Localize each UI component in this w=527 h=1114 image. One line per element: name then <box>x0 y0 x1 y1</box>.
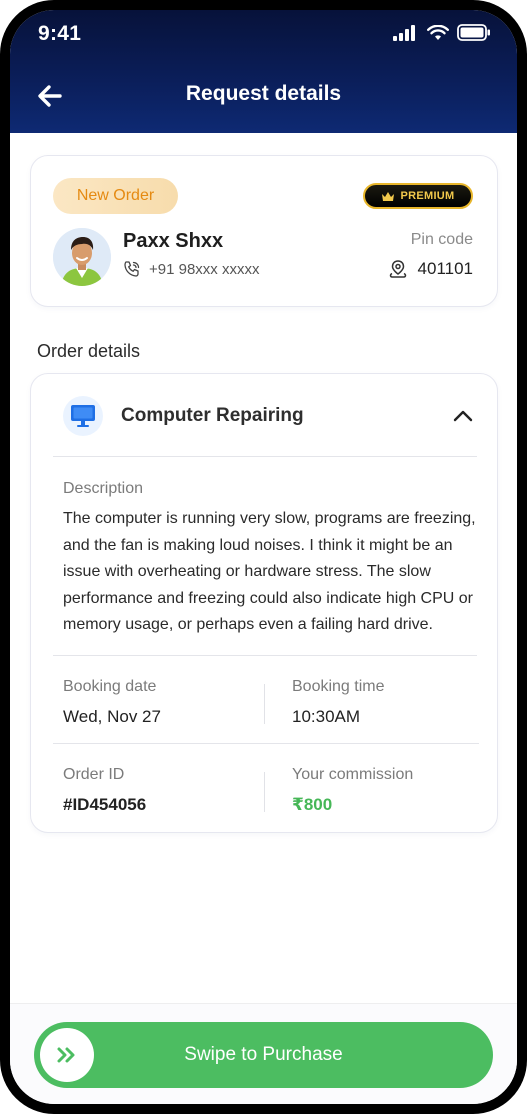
premium-badge: PREMIUM <box>363 183 473 209</box>
description-text: The computer is running very slow, progr… <box>63 510 476 633</box>
phone-number: +91 98xxx xxxxx <box>149 260 260 278</box>
signal-icon <box>393 24 415 41</box>
commission-value: ₹800 <box>292 795 333 814</box>
phone-call-icon <box>124 261 140 277</box>
customer-card: New Order PREMIUM Paxx Shxx +91 98xxx xx… <box>30 155 498 307</box>
bottom-action-bar: Swipe to Purchase <box>10 1003 517 1104</box>
divider <box>264 684 265 724</box>
battery-icon <box>457 24 490 41</box>
main-content: New Order PREMIUM Paxx Shxx +91 98xxx xx… <box>10 133 517 1013</box>
order-card: Computer Repairing Description The compu… <box>30 373 498 833</box>
avatar <box>53 228 111 286</box>
booking-time-label: Booking time <box>292 678 385 695</box>
divider <box>53 456 477 457</box>
phone-frame: 9:41 Request details New Order PREMIUM P… <box>0 0 527 1114</box>
screen: 9:41 Request details New Order PREMIUM P… <box>10 10 517 1104</box>
crown-icon <box>382 191 395 201</box>
pin-code-label: Pin code <box>410 231 473 248</box>
pin-code-value: 401101 <box>417 259 473 278</box>
order-details-heading: Order details <box>37 341 141 361</box>
customer-phone[interactable]: +91 98xxx xxxxx <box>123 260 259 278</box>
service-name: Computer Repairing <box>121 405 304 426</box>
customer-name: Paxx Shxx <box>123 230 224 252</box>
chevron-up-icon <box>453 410 473 422</box>
divider <box>53 743 479 744</box>
order-id-value: #ID454056 <box>63 795 147 814</box>
swipe-label: Swipe to Purchase <box>184 1044 343 1065</box>
status-time: 9:41 <box>38 22 82 45</box>
commission-label: Your commission <box>292 766 414 783</box>
app-header: 9:41 Request details <box>10 10 517 135</box>
booking-time-value: 10:30AM <box>292 707 361 726</box>
service-icon-wrap <box>63 396 103 436</box>
pin-code: 401101 <box>388 259 473 279</box>
status-icons <box>393 24 491 41</box>
swipe-to-purchase-button[interactable]: Swipe to Purchase <box>34 1022 493 1088</box>
booking-date-label: Booking date <box>63 678 157 695</box>
location-pin-icon <box>389 260 406 278</box>
divider <box>53 655 477 656</box>
premium-label: PREMIUM <box>400 190 455 202</box>
person-avatar-icon <box>53 228 111 286</box>
page-title: Request details <box>185 82 342 105</box>
divider <box>264 772 265 812</box>
wifi-icon <box>427 24 449 40</box>
order-id-label: Order ID <box>63 766 125 783</box>
monitor-icon <box>71 405 95 427</box>
description-label: Description <box>63 480 144 497</box>
collapse-button[interactable] <box>451 404 475 428</box>
status-badge: New Order <box>53 178 178 214</box>
booking-date-value: Wed, Nov 27 <box>63 707 161 726</box>
